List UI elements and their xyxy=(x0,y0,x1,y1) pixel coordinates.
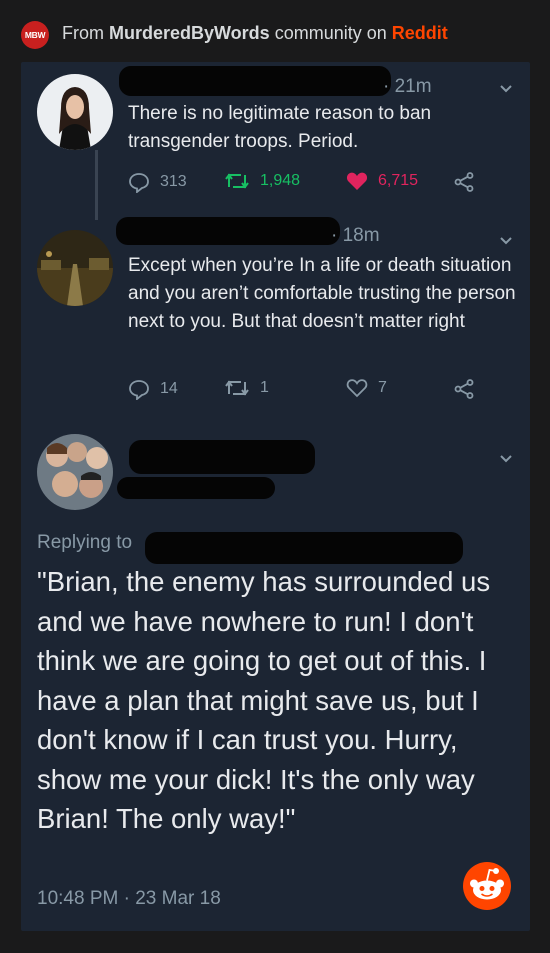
share-button[interactable] xyxy=(453,171,485,193)
like-count: 7 xyxy=(378,379,387,396)
tweet-actions: 14 1 7 xyxy=(128,378,518,402)
tweet-time: · 18m xyxy=(331,225,380,246)
tweet-actions: 313 1,948 6,715 xyxy=(128,171,518,195)
heart-icon xyxy=(346,379,368,398)
share-icon xyxy=(454,379,474,399)
retweet-button[interactable]: 1 xyxy=(224,378,269,398)
main-tweet-text: "Brian, the enemy has surrounded us and … xyxy=(37,566,491,834)
reply-button[interactable]: 14 xyxy=(128,378,178,400)
chevron-down-icon[interactable] xyxy=(499,452,513,466)
reply-count: 313 xyxy=(160,173,187,190)
reddit-source-header: MBW From MurderedByWords community on Re… xyxy=(0,0,550,62)
source-prefix: From xyxy=(62,23,109,43)
retweet-count: 1,948 xyxy=(260,172,301,189)
screenshot-card: · 21m There is no legitimate reason to b… xyxy=(21,62,530,931)
chevron-down-icon[interactable] xyxy=(499,82,513,96)
subreddit-icon[interactable]: MBW xyxy=(21,21,49,49)
avatar[interactable] xyxy=(37,74,113,150)
redacted-username xyxy=(119,66,391,96)
redacted-handle xyxy=(117,477,275,499)
source-line: From MurderedByWords community on Reddit xyxy=(62,23,448,44)
tweet-text: Except when you’re In a life or death si… xyxy=(128,255,516,332)
retweet-count: 1 xyxy=(260,379,269,396)
reply-icon xyxy=(129,380,149,400)
replying-to: Replying to xyxy=(37,532,133,553)
reddit-snoo-icon xyxy=(463,862,511,910)
redacted-username xyxy=(116,217,340,245)
tweet-timestamp: 10:48 PM · 23 Mar 18 xyxy=(37,888,221,909)
avatar[interactable] xyxy=(37,230,113,306)
tweet-time: · 21m xyxy=(383,76,432,97)
retweet-icon xyxy=(225,380,249,396)
reddit-link[interactable]: Reddit xyxy=(392,23,448,43)
like-count: 6,715 xyxy=(378,172,419,189)
like-button[interactable]: 7 xyxy=(346,378,387,398)
retweet-icon xyxy=(225,173,249,189)
heart-icon xyxy=(346,172,368,190)
avatar[interactable] xyxy=(37,434,113,510)
redacted-reply-handles xyxy=(145,532,463,564)
thread-line xyxy=(95,150,98,220)
share-icon xyxy=(454,172,474,192)
like-button[interactable]: 6,715 xyxy=(346,171,418,191)
tweet-text: There is no legitimate reason to ban tra… xyxy=(128,103,432,152)
subreddit-link[interactable]: MurderedByWords xyxy=(109,23,270,43)
share-button[interactable] xyxy=(453,378,485,400)
source-middle: community on xyxy=(269,23,392,43)
reply-count: 14 xyxy=(160,380,178,397)
chevron-down-icon[interactable] xyxy=(499,234,513,248)
redacted-display-name xyxy=(129,440,315,474)
retweet-button[interactable]: 1,948 xyxy=(224,171,300,191)
reply-icon xyxy=(129,173,149,193)
reply-button[interactable]: 313 xyxy=(128,171,187,193)
